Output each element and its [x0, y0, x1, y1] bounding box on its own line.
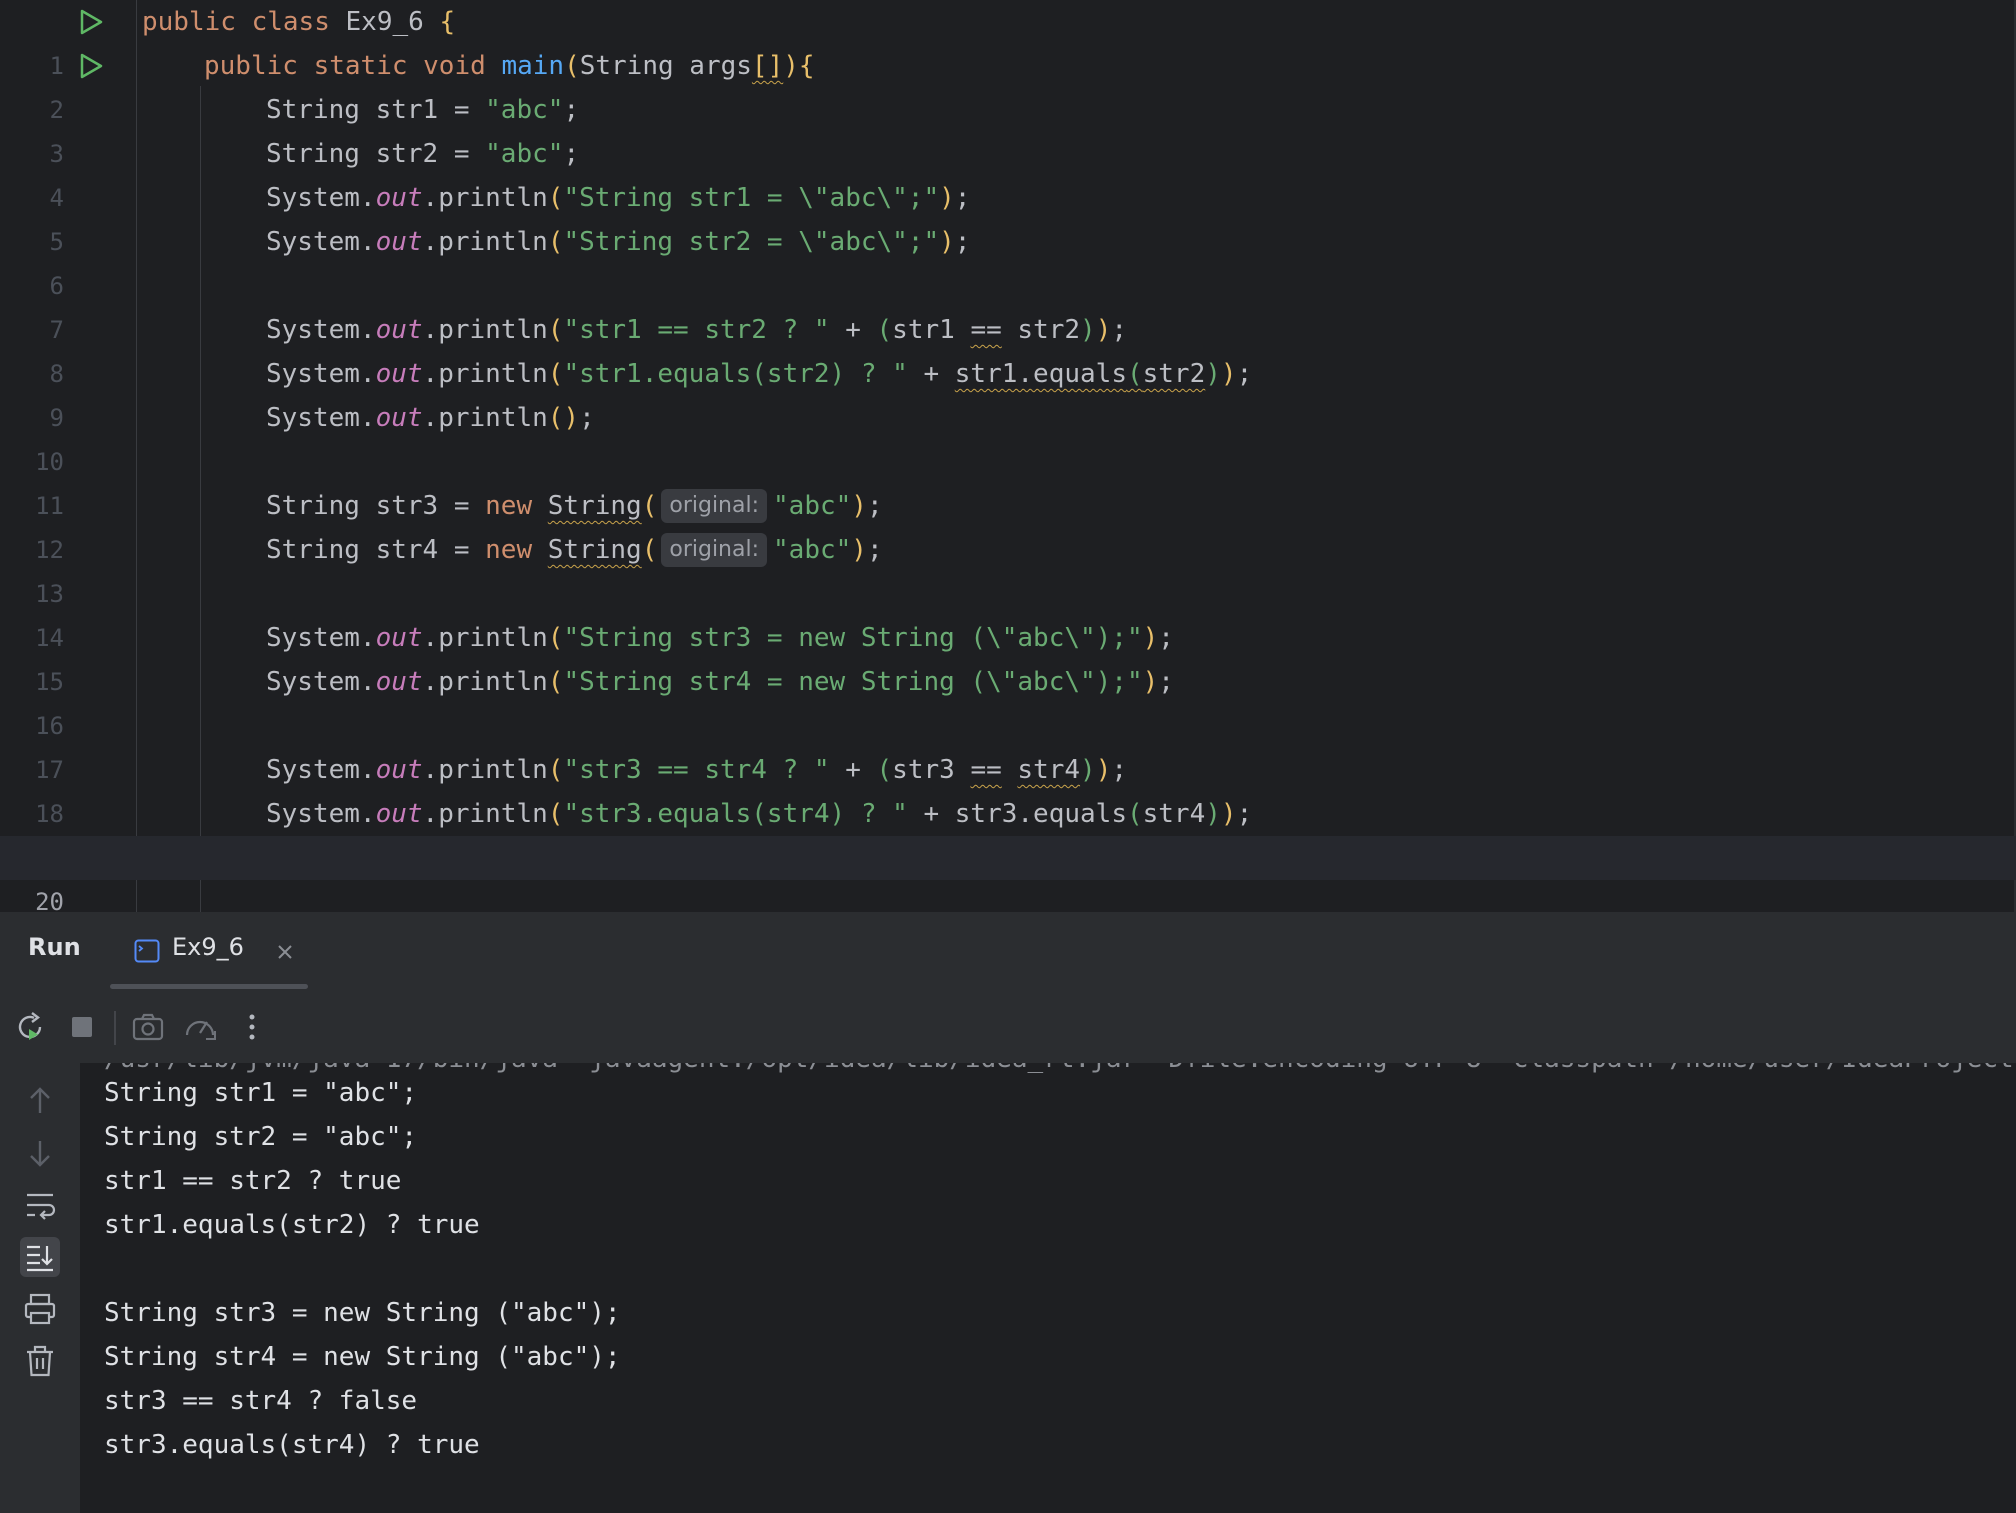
code-line-2[interactable]: 2 public static void main(String args[])… — [0, 44, 2016, 124]
run-gutter-icon[interactable] — [78, 52, 104, 80]
console-line: String str2 = "abc"; — [104, 1122, 418, 1152]
code-line-20-current[interactable]: 20 — [0, 836, 2016, 912]
code-line-6[interactable]: 6 System.out.println("String str2 = \"ab… — [0, 220, 2016, 300]
console-line: String str3 = new String ("abc"); — [104, 1298, 621, 1328]
close-icon[interactable] — [270, 937, 300, 967]
code-line-4[interactable]: 4 String str2 = "abc"; — [0, 132, 2016, 212]
console-line: String str4 = new String ("abc"); — [104, 1342, 621, 1372]
rerun-icon[interactable] — [12, 1009, 48, 1045]
run-tab-bar: Run Ex9_6 — [0, 913, 2016, 993]
tab-ex9-6[interactable]: Ex9_6 — [110, 913, 308, 993]
run-tool-window: Run Ex9_6 /usr/lib/jvm/java-17/bin/java … — [0, 912, 2016, 1513]
code-line-19[interactable]: 19 System.out.println("str3.equals(str4)… — [0, 792, 2016, 872]
code-line-1[interactable]: 1 public class Ex9_6 { — [0, 0, 2016, 80]
code-line-13[interactable]: 13 String str4 = new String(original: "ab… — [0, 528, 2016, 608]
code-text: public class Ex9_6 { — [142, 7, 456, 37]
code-text: String str3 = new String(original: "abc")… — [266, 489, 883, 523]
code-line-12[interactable]: 12 String str3 = new String(original: "ab… — [0, 484, 2016, 564]
code-line-17[interactable]: 17 — [0, 704, 2016, 784]
scroll-to-end-icon[interactable] — [20, 1237, 60, 1277]
run-panel-title: Run — [28, 933, 81, 961]
parameter-hint: original: — [661, 489, 768, 523]
speedometer-icon[interactable] — [182, 1009, 218, 1045]
stop-icon[interactable] — [64, 1009, 100, 1045]
code-line-15[interactable]: 15 System.out.println("String str3 = new… — [0, 616, 2016, 696]
trash-icon[interactable] — [20, 1341, 60, 1381]
code-line-8[interactable]: 8 System.out.println("str1 == str2 ? " +… — [0, 308, 2016, 388]
code-text: System.out.println("str3.equals(str4) ? … — [266, 799, 1253, 829]
code-text: System.out.println(); — [266, 403, 595, 433]
console-output[interactable]: /usr/lib/jvm/java-17/bin/java -javaagent… — [80, 1063, 2016, 1513]
code-line-18[interactable]: 18 System.out.println("str3 == str4 ? " … — [0, 748, 2016, 828]
soft-wrap-icon[interactable] — [20, 1185, 60, 1225]
code-text: System.out.println("String str1 = \"abc\… — [266, 183, 971, 213]
code-text: String str4 = new String(original: "abc")… — [266, 533, 883, 567]
code-line-9[interactable]: 9 System.out.println("str1.equals(str2) … — [0, 352, 2016, 432]
more-icon[interactable] — [234, 1009, 270, 1045]
code-text: System.out.println("str1.equals(str2) ? … — [266, 359, 1253, 389]
tab-label: Ex9_6 — [172, 933, 244, 961]
console-line: str3 == str4 ? false — [104, 1386, 418, 1416]
run-toolbar — [0, 993, 2016, 1064]
camera-icon[interactable] — [130, 1009, 166, 1045]
code-text: System.out.println("String str4 = new St… — [266, 667, 1174, 697]
code-text: String str2 = "abc"; — [266, 139, 580, 169]
code-editor[interactable]: 1 public class Ex9_6 { 2 public static v… — [0, 0, 2016, 912]
code-line-16[interactable]: 16 System.out.println("String str4 = new… — [0, 660, 2016, 740]
parameter-hint: original: — [661, 533, 768, 567]
code-line-7[interactable]: 7 — [0, 264, 2016, 344]
console-side-toolbar — [0, 1063, 80, 1513]
console-line: str1 == str2 ? true — [104, 1166, 402, 1196]
code-line-10[interactable]: 10 System.out.println(); — [0, 396, 2016, 476]
toolbar-separator — [114, 1011, 116, 1045]
console-line: str3.equals(str4) ? true — [104, 1430, 480, 1460]
code-text: String str1 = "abc"; — [266, 95, 580, 125]
code-line-14[interactable]: 14 — [0, 572, 2016, 652]
console-line: String str1 = "abc"; — [104, 1078, 418, 1108]
arrow-down-icon[interactable] — [20, 1133, 60, 1173]
run-gutter-icon[interactable] — [78, 8, 104, 36]
code-line-5[interactable]: 5 System.out.println("String str1 = \"ab… — [0, 176, 2016, 256]
print-icon[interactable] — [20, 1289, 60, 1329]
code-text: System.out.println("String str2 = \"abc\… — [266, 227, 971, 257]
console-line: str1.equals(str2) ? true — [104, 1210, 480, 1240]
arrow-up-icon[interactable] — [20, 1081, 60, 1121]
code-text: System.out.println("str1 == str2 ? " + (… — [266, 315, 1128, 345]
console-icon — [134, 939, 160, 963]
code-text: System.out.println("String str3 = new St… — [266, 623, 1174, 653]
code-line-3[interactable]: 3 String str1 = "abc"; — [0, 88, 2016, 168]
code-line-11[interactable]: 11 — [0, 440, 2016, 520]
code-text: public static void main(String args[]){ — [204, 51, 815, 81]
code-text: System.out.println("str3 == str4 ? " + (… — [266, 755, 1128, 785]
code-line-21[interactable]: 21 — [0, 880, 2016, 912]
active-tab-indicator — [110, 984, 308, 989]
